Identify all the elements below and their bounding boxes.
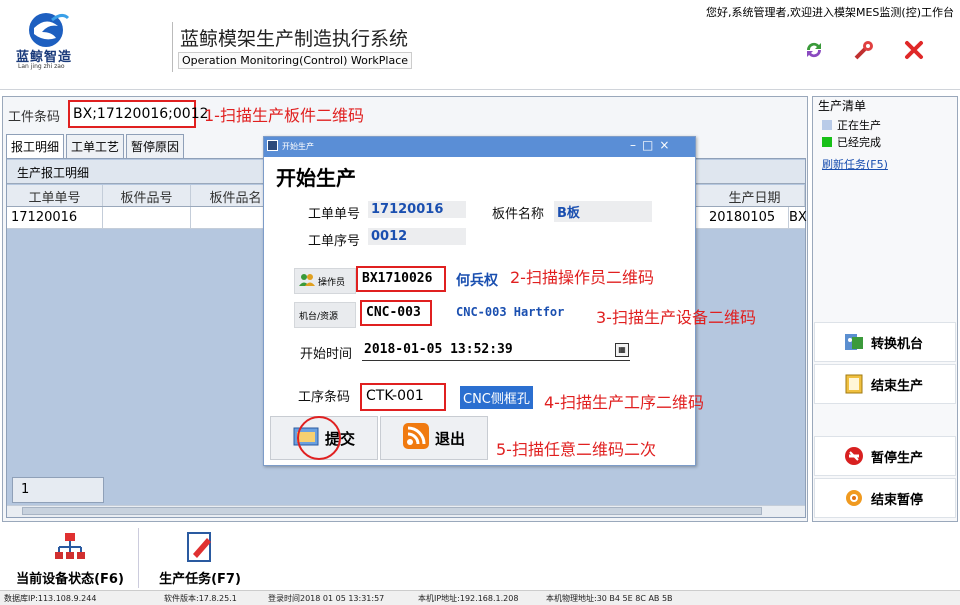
cell-date: 20180105 (705, 207, 789, 228)
device-status-label: 当前设备状态(F6) (16, 572, 124, 587)
window-controls[interactable]: –□× (630, 138, 675, 152)
tab-order-process[interactable]: 工单工艺 (66, 134, 125, 158)
finish-production-button[interactable]: 结束生产 (814, 364, 956, 404)
calendar-icon[interactable]: ▦ (615, 343, 629, 357)
operator-annotation: 2-扫描操作员二维码 (510, 268, 654, 287)
users-icon (299, 273, 315, 290)
app-subtitle: Operation Monitoring(Control) WorkPlace (178, 52, 413, 69)
end-pause-button[interactable]: 结束暂停 (814, 478, 956, 518)
finish-icon (843, 373, 865, 395)
mac-address: 本机物理地址:30 B4 5E 8C AB 5B (546, 594, 673, 603)
refresh-tasks-link[interactable]: 刷新任务(F5) (822, 156, 888, 172)
operator-label: 操作员 (294, 268, 356, 294)
cell-order: 17120016 (7, 207, 103, 228)
barcode-annotation: 1-扫描生产板件二维码 (204, 106, 364, 125)
sequence-label: 工单序号 (308, 234, 361, 249)
process-annotation: 4-扫描生产工序二维码 (544, 393, 704, 412)
machine-annotation: 3-扫描生产设备二维码 (596, 308, 756, 327)
scrollbar-thumb[interactable] (22, 507, 762, 515)
pause-icon (843, 445, 865, 467)
part-name-value: B板 (554, 201, 652, 222)
legend-item: 正在生产 (822, 117, 881, 133)
local-ip: 本机IP地址:192.168.1.208 (418, 594, 519, 603)
cell-trail: BX (789, 210, 807, 225)
operator-input[interactable]: BX1710026 (356, 266, 446, 292)
barcode-input[interactable]: BX;17120016;0012 (68, 100, 209, 128)
start-time-field[interactable]: 2018-01-05 13:52:39 (362, 341, 630, 361)
close-icon[interactable]: × (659, 138, 675, 152)
dialog-heading: 开始生产 (276, 166, 356, 190)
switch-machine-label: 转换机台 (871, 336, 924, 352)
part-name-label: 板件名称 (492, 207, 545, 222)
rss-icon (402, 423, 429, 453)
device-status-button[interactable]: 当前设备状态(F6) (2, 528, 138, 590)
maximize-icon[interactable]: □ (642, 138, 659, 152)
process-label: 工序条码 (298, 390, 351, 405)
process-input[interactable]: CTK-001 (360, 383, 446, 411)
pause-production-label: 暂停生产 (871, 450, 924, 466)
legend-label: 已经完成 (837, 136, 881, 149)
process-name: CNC侧框孔 (460, 386, 533, 409)
submit-annotation: 5-扫描任意二维码二次 (496, 440, 656, 459)
header-divider (172, 22, 173, 72)
legend-item: 已经完成 (822, 134, 881, 150)
legend-label: 正在生产 (837, 119, 881, 132)
page-number[interactable]: 1 (12, 477, 104, 503)
production-task-label: 生产任务(F7) (159, 572, 241, 587)
machine-name: CNC-003 Hartfor (456, 305, 565, 319)
sequence-value: 0012 (368, 228, 466, 245)
status-bar: 数据库IP:113.108.9.244 软件版本:17.8.25.1 登录时间2… (0, 590, 960, 605)
server-ip: 数据库IP:113.108.9.244 (4, 594, 97, 603)
order-label: 工单单号 (308, 207, 361, 222)
resume-icon (843, 487, 865, 509)
finish-production-label: 结束生产 (871, 378, 924, 394)
order-value: 17120016 (368, 201, 466, 218)
exit-button[interactable]: 退出 (380, 416, 488, 460)
edit-document-icon (183, 530, 217, 564)
legend-swatch (822, 137, 832, 147)
logo-subtext: Lan jing zhi zao (18, 63, 65, 70)
production-task-button[interactable]: 生产任务(F7) (140, 528, 260, 590)
grid-header-cell[interactable]: 板件品号 (103, 185, 191, 206)
grid-header-cell[interactable]: 工单单号 (7, 185, 103, 206)
legend-swatch (822, 120, 832, 130)
submit-highlight-circle (297, 416, 341, 460)
welcome-text: 您好,系统管理者,欢迎进入模架MES监测(控)工作台 (706, 6, 954, 19)
grid-header-cell[interactable]: 生产日期 (705, 185, 805, 206)
settings-icon[interactable] (852, 38, 876, 62)
minimize-icon[interactable]: – (630, 138, 642, 152)
start-time-label: 开始时间 (300, 347, 353, 362)
app-title: 蓝鲸模架生产制造执行系统 (180, 28, 409, 50)
tab-pause-reason[interactable]: 暂停原因 (126, 134, 185, 158)
end-pause-label: 结束暂停 (871, 492, 924, 508)
pause-production-button[interactable]: 暂停生产 (814, 436, 956, 476)
barcode-label: 工件条码 (8, 110, 61, 125)
close-icon[interactable] (902, 38, 926, 62)
cell-part-no (103, 207, 191, 228)
tab-report-detail[interactable]: 报工明细 (6, 134, 65, 158)
switch-icon (843, 331, 865, 353)
software-version: 软件版本:17.8.25.1 (164, 594, 237, 603)
login-time: 登录时间2018 01 05 13:31:57 (268, 594, 385, 603)
machine-input[interactable]: CNC-003 (360, 300, 432, 326)
operator-name: 何兵权 (456, 273, 498, 289)
refresh-icon[interactable] (802, 38, 826, 62)
dialog-app-icon (267, 140, 278, 151)
exit-label: 退出 (434, 429, 465, 448)
legend-title: 生产清单 (818, 99, 867, 113)
network-icon (53, 530, 87, 564)
detail-tabs: 报工明细 工单工艺 暂停原因 (6, 134, 186, 158)
toolbar-divider (138, 528, 139, 588)
machine-label: 机台/资源 (294, 302, 356, 328)
switch-machine-button[interactable]: 转换机台 (814, 322, 956, 362)
